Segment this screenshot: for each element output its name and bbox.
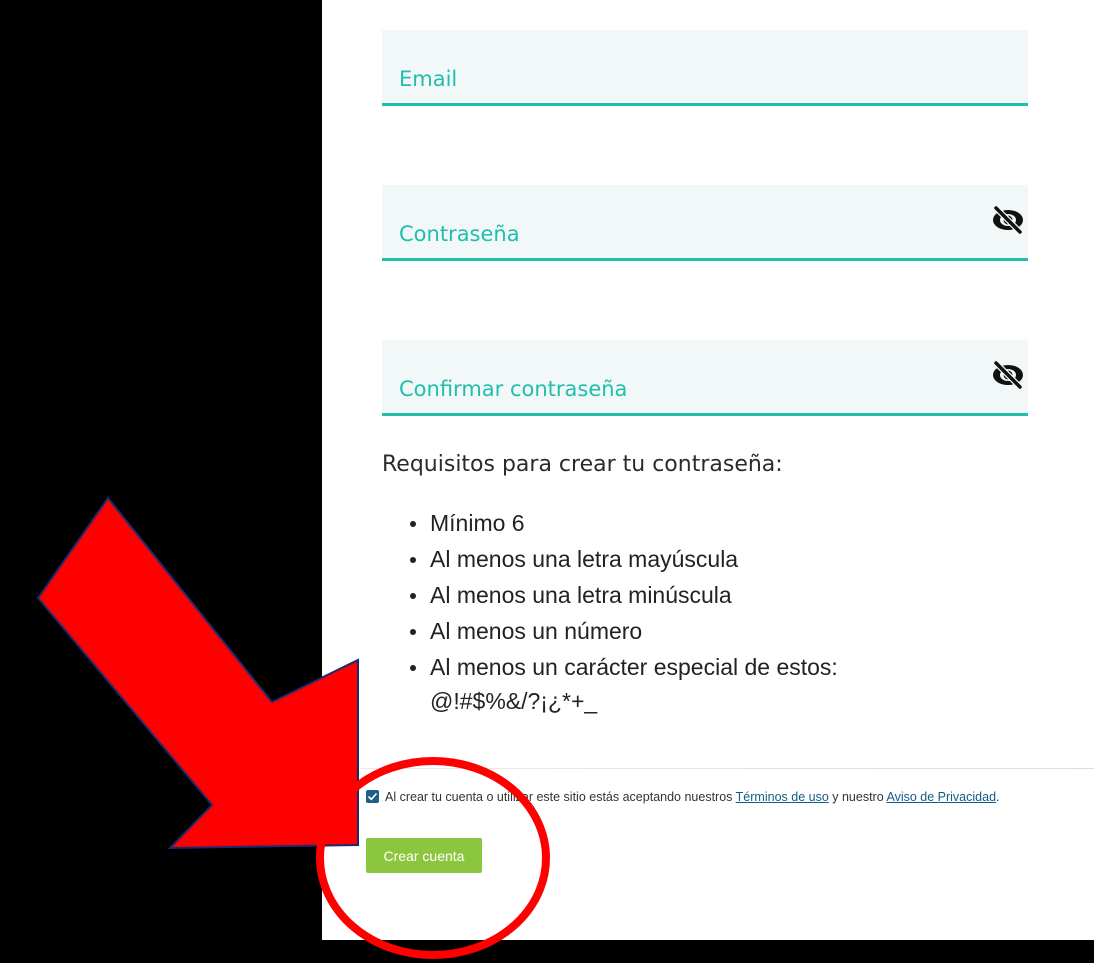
terms-text: Al crear tu cuenta o utilizar este sitio… bbox=[385, 790, 736, 804]
eye-slash-icon[interactable] bbox=[990, 359, 1026, 391]
red-arrow bbox=[36, 496, 359, 850]
requirements-list: Mínimo 6 Al menos una letra mayúscula Al… bbox=[410, 505, 838, 717]
email-field[interactable]: Email bbox=[382, 30, 1028, 106]
create-account-button[interactable]: Crear cuenta bbox=[366, 838, 482, 873]
confirm-password-label: Confirmar contraseña bbox=[399, 377, 628, 401]
terms-text-end: . bbox=[996, 790, 1000, 804]
password-field[interactable]: Contraseña bbox=[382, 185, 1028, 261]
privacy-notice-link[interactable]: Aviso de Privacidad bbox=[886, 790, 996, 804]
signup-form-panel: Email Contraseña Confirmar contraseña Re… bbox=[322, 0, 1094, 940]
terms-of-use-link[interactable]: Términos de uso bbox=[736, 790, 829, 804]
requirement-item: Al menos una letra mayúscula bbox=[410, 541, 838, 577]
divider bbox=[322, 768, 1094, 769]
eye-slash-icon[interactable] bbox=[990, 204, 1026, 236]
requirement-item: Al menos un número bbox=[410, 613, 838, 649]
confirm-password-field[interactable]: Confirmar contraseña bbox=[382, 340, 1028, 416]
requirement-special-chars: @!#$%&/?¡¿*+_ bbox=[430, 688, 598, 714]
requirement-item: Al menos una letra minúscula bbox=[410, 577, 838, 613]
terms-text-middle: y nuestro bbox=[828, 790, 887, 804]
requirement-item: Al menos un carácter especial de estos: bbox=[410, 649, 838, 685]
requirement-item: Mínimo 6 bbox=[410, 505, 838, 541]
terms-row: Al crear tu cuenta o utilizar este sitio… bbox=[366, 790, 1000, 804]
requirements-title: Requisitos para crear tu contraseña: bbox=[382, 452, 783, 477]
checkmark-icon bbox=[367, 792, 378, 801]
email-label: Email bbox=[399, 67, 458, 91]
password-label: Contraseña bbox=[399, 222, 520, 246]
terms-checkbox[interactable] bbox=[366, 790, 379, 803]
